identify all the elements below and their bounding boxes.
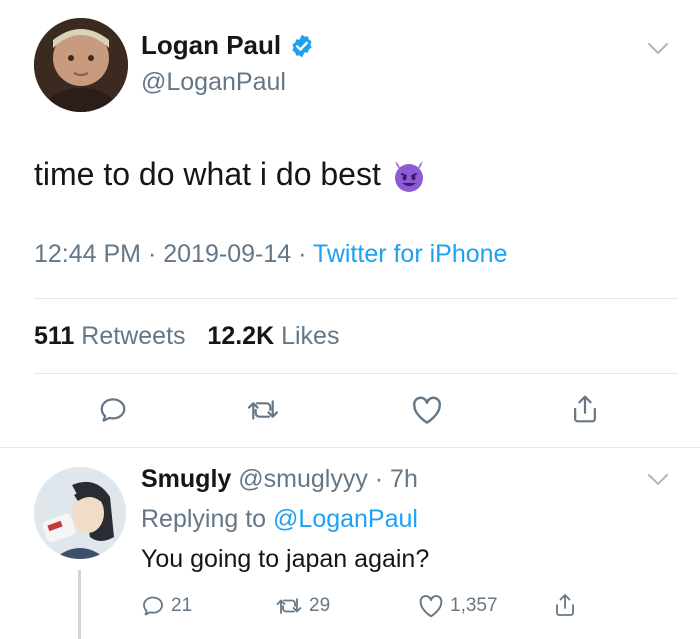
author-avatar[interactable] <box>34 18 128 112</box>
share-button[interactable] <box>568 393 602 425</box>
retweet-icon <box>276 598 302 614</box>
smiling-devil-emoji <box>391 157 427 193</box>
tweet-source-link[interactable]: Twitter for iPhone <box>313 240 508 268</box>
reply-author-handle: @smuglyyy <box>238 465 368 493</box>
likes-stat[interactable]: 12.2K Likes <box>207 322 339 350</box>
reply-reply-button[interactable]: 21 <box>141 594 192 618</box>
verified-badge-icon <box>289 33 315 59</box>
reply-author[interactable]: Smugly @smuglyyy · 7h <box>141 465 418 494</box>
like-count: 1,357 <box>450 595 498 616</box>
reply-like-button[interactable]: 1,357 <box>418 594 498 618</box>
reply-button[interactable] <box>96 395 130 425</box>
divider <box>34 298 678 299</box>
chevron-down-icon[interactable] <box>647 473 669 487</box>
tweet-text: time to do what i do best <box>34 156 427 193</box>
reply-author-avatar[interactable] <box>34 467 126 559</box>
divider <box>0 447 700 448</box>
divider <box>34 373 678 374</box>
author-name[interactable]: Logan Paul <box>141 30 315 61</box>
replying-to: Replying to @LoganPaul <box>141 505 418 533</box>
share-icon <box>574 395 596 423</box>
replying-to-link[interactable]: @LoganPaul <box>273 505 418 533</box>
reply-icon <box>143 596 163 616</box>
tweet-date: 2019-09-14 <box>163 240 292 268</box>
reply-text: You going to japan again? <box>141 545 430 573</box>
chevron-down-icon[interactable] <box>647 42 669 56</box>
retweet-icon <box>247 400 279 420</box>
reply-count: 21 <box>171 595 193 616</box>
retweets-stat[interactable]: 511 Retweets <box>34 322 186 350</box>
reply-icon <box>100 398 126 422</box>
reply-age: 7h <box>390 465 418 493</box>
reply-author-name: Smugly <box>141 465 232 493</box>
tweet-meta: 12:44 PM · 2019-09-14 · Twitter for iPho… <box>34 240 508 268</box>
reply-retweet-button[interactable]: 29 <box>275 594 330 618</box>
retweet-button[interactable] <box>245 395 281 425</box>
like-icon <box>412 396 442 424</box>
like-icon <box>419 595 443 618</box>
share-icon <box>556 594 574 616</box>
like-button[interactable] <box>410 395 444 425</box>
thread-line <box>78 570 81 639</box>
reply-share-button[interactable] <box>553 592 577 618</box>
author-handle[interactable]: @LoganPaul <box>141 68 286 97</box>
retweet-count: 29 <box>309 595 331 616</box>
tweet-stats: 511 Retweets 12.2K Likes <box>34 322 339 351</box>
tweet-time: 12:44 PM <box>34 240 142 268</box>
